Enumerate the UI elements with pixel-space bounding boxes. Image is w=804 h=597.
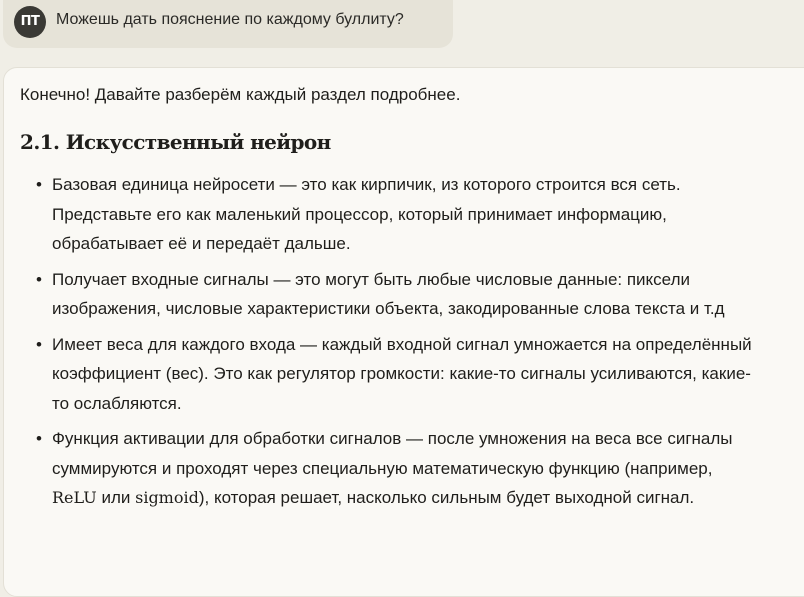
bullet-marker: • bbox=[36, 334, 42, 354]
bullet-marker: • bbox=[36, 269, 42, 289]
user-message-bubble: ПТ Можешь дать пояснение по каждому булл… bbox=[3, 0, 453, 48]
response-intro: Конечно! Давайте разберём каждый раздел … bbox=[20, 85, 461, 104]
bullet-text-part: ), которая решает, насколько сильным буд… bbox=[198, 488, 695, 507]
sigmoid-term: sigmoid bbox=[135, 488, 199, 507]
relu-term: ReLU bbox=[52, 488, 97, 507]
bullet-item-base-unit: • Базовая единица нейросети — это как ки… bbox=[20, 170, 760, 259]
bullet-marker: • bbox=[36, 175, 42, 194]
bullet-text-part: или bbox=[96, 488, 136, 507]
bullet-list: • Базовая единица нейросети — это как ки… bbox=[20, 170, 760, 519]
bullet-text: Получает входные сигналы — это могут быт… bbox=[52, 269, 725, 319]
bullet-marker: • bbox=[36, 429, 42, 448]
bullet-item-activation: • Функция активации для обработки сигнал… bbox=[20, 424, 760, 513]
bullet-item-input-signals: • Получает входные сигналы — это могут б… bbox=[20, 265, 760, 324]
bullet-text: Функция активации для обработки сигналов… bbox=[52, 429, 733, 507]
section-heading: 2.1. Искусственный нейрон bbox=[20, 130, 331, 154]
user-message-text: Можешь дать пояснение по каждому буллиту… bbox=[56, 11, 404, 28]
bullet-item-weights: • Имеет веса для каждого входа — каждый … bbox=[20, 330, 760, 419]
assistant-response: Конечно! Давайте разберём каждый раздел … bbox=[3, 67, 804, 597]
bullet-text: Имеет веса для каждого входа — каждый вх… bbox=[52, 334, 752, 413]
bullet-text: Базовая единица нейросети — это как кирп… bbox=[52, 175, 681, 253]
bullet-text-part: Функция активации для обработки сигналов… bbox=[52, 429, 733, 478]
user-avatar[interactable]: ПТ bbox=[14, 6, 46, 38]
